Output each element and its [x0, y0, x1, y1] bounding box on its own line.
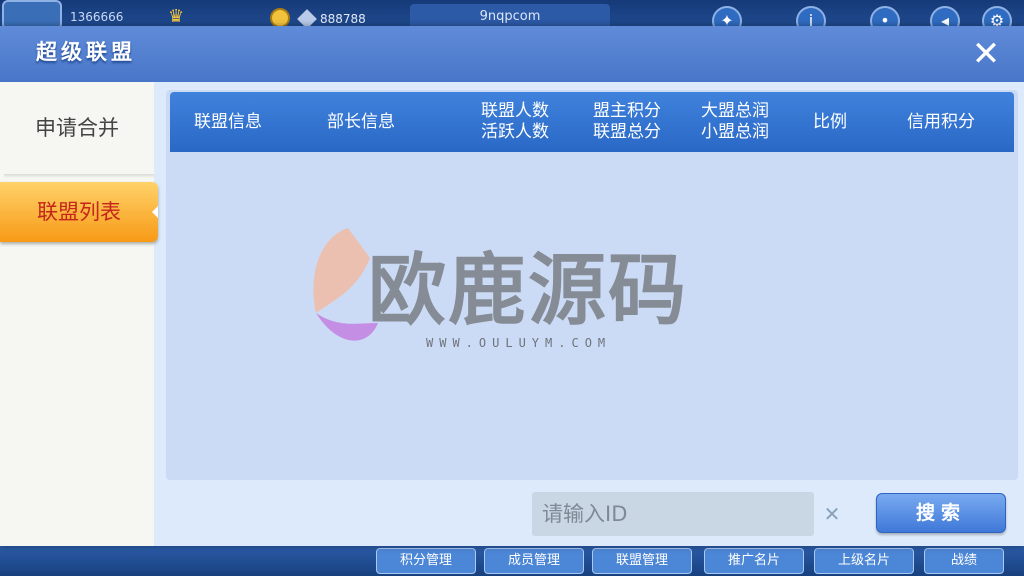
- player-id: 1366666: [70, 10, 124, 24]
- alliance-list-panel: 联盟信息 部长信息 联盟人数 活跃人数 盟主积分 联盟总分 大盟总润 小盟总润 …: [166, 90, 1018, 480]
- column-minister-info: 部长信息: [327, 111, 395, 132]
- column-alliance-info: 联盟信息: [194, 111, 262, 132]
- sidebar-divider: [4, 174, 154, 178]
- sidebar: 申请合并 联盟列表: [0, 82, 158, 546]
- tab-apply-merge[interactable]: 申请合并: [0, 102, 154, 154]
- bottom-btn-members[interactable]: 成员管理: [484, 548, 584, 574]
- table-header: 联盟信息 部长信息 联盟人数 活跃人数 盟主积分 联盟总分 大盟总润 小盟总润 …: [170, 92, 1014, 152]
- column-credit-score: 信用积分: [907, 111, 975, 132]
- bottom-btn-score[interactable]: 积分管理: [376, 548, 476, 574]
- table-body: [170, 152, 1014, 476]
- super-alliance-dialog: 超级联盟 ✕ 申请合并 联盟列表 联盟信息 部长信息 联盟人数 活跃人数 盟主积…: [0, 26, 1024, 546]
- bottom-btn-alliance[interactable]: 联盟管理: [592, 548, 692, 574]
- coin-count: 888788: [320, 12, 366, 26]
- column-member-count: 联盟人数 活跃人数: [481, 101, 549, 142]
- close-icon[interactable]: ✕: [966, 34, 1006, 74]
- column-ratio: 比例: [813, 111, 847, 132]
- dialog-title-bar: 超级联盟 ✕: [0, 26, 1024, 82]
- column-total-profit: 大盟总润 小盟总润: [701, 101, 769, 142]
- column-leader-score: 盟主积分 联盟总分: [593, 101, 661, 142]
- bottom-btn-records[interactable]: 战绩: [924, 548, 1004, 574]
- search-input[interactable]: [532, 492, 814, 536]
- search-button[interactable]: 搜索: [876, 493, 1006, 533]
- dialog-title: 超级联盟: [36, 40, 136, 64]
- crown-icon: ♛: [168, 6, 185, 27]
- clear-icon[interactable]: ✕: [818, 500, 846, 528]
- coin-icon: [270, 8, 290, 28]
- bottom-btn-superior-card[interactable]: 上级名片: [814, 548, 914, 574]
- tab-alliance-list[interactable]: 联盟列表: [0, 182, 158, 242]
- bottom-btn-promo-card[interactable]: 推广名片: [704, 548, 804, 574]
